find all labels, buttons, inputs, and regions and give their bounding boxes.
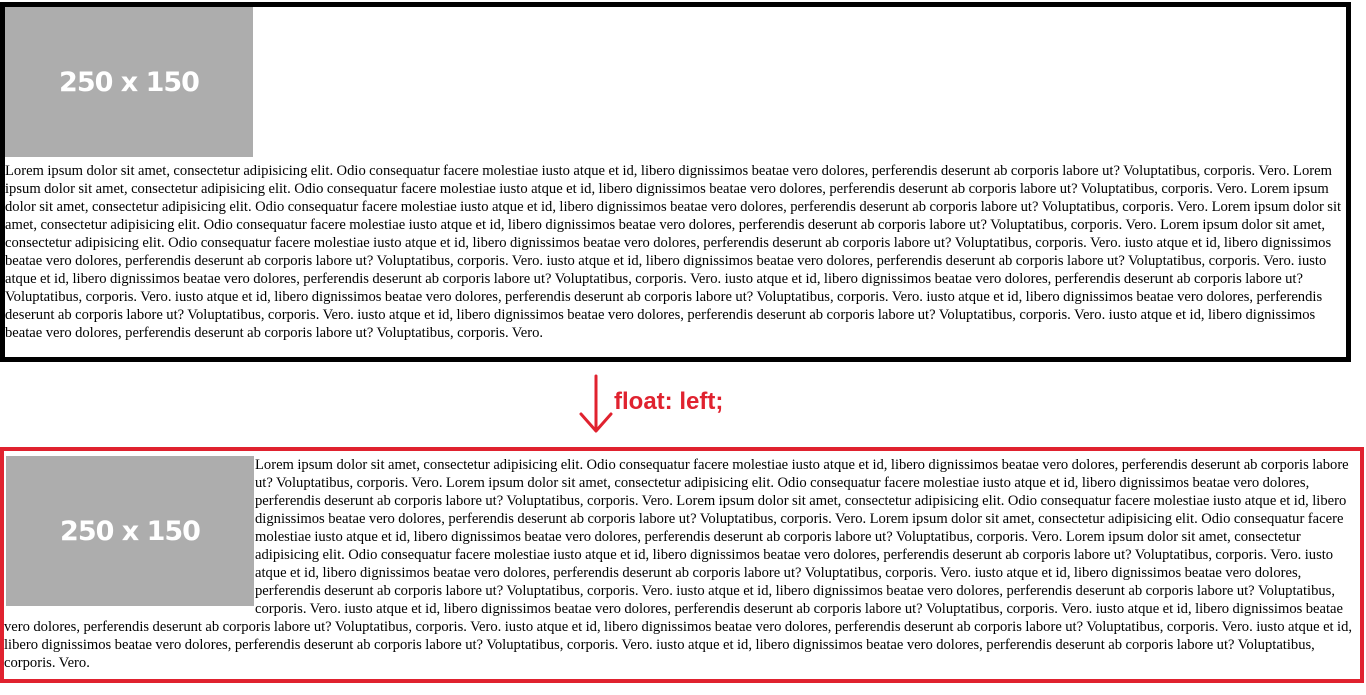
lorem-paragraph: Lorem ipsum dolor sit amet, consectetur … — [5, 163, 1342, 341]
placeholder-image: 250 x 150 — [5, 7, 253, 157]
placeholder-image-floated: 250 x 150 — [6, 456, 254, 606]
float-left-label: float: left; — [614, 388, 724, 415]
float-annotation: float: left; — [578, 374, 798, 436]
placeholder-image-label: 250 x 150 — [60, 515, 201, 547]
placeholder-image-label: 250 x 150 — [59, 66, 200, 98]
down-arrow-icon — [579, 374, 613, 433]
unfloated-example-container: 250 x 150 Lorem ipsum dolor sit amet, co… — [0, 2, 1351, 362]
floated-example-container: 250 x 150 Lorem ipsum dolor sit amet, co… — [0, 447, 1364, 683]
